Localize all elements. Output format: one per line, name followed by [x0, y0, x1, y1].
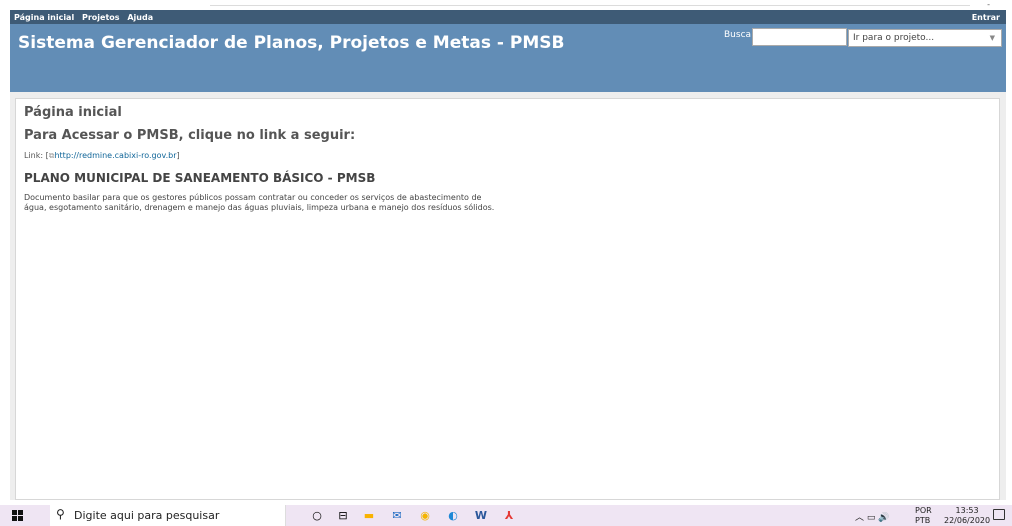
top-menu-home-link[interactable]: Página inicial	[14, 13, 74, 22]
battery-icon[interactable]: ▭	[867, 513, 876, 523]
system-tray: ︿ ▭ 🔊	[855, 510, 890, 523]
language-indicator[interactable]: POR PTB	[915, 506, 932, 526]
top-menu: Página inicial Projetos Ajuda Entrar	[10, 10, 1006, 24]
acrobat-icon[interactable]: ⅄	[502, 509, 516, 523]
link-close: ]	[176, 151, 180, 160]
keyboard-layout: PTB	[915, 516, 931, 525]
edge-icon[interactable]: ◐	[446, 509, 460, 523]
clock-date: 22/06/2020	[944, 516, 991, 525]
taskbar-search-placeholder: Digite aqui para pesquisar	[74, 509, 220, 522]
access-heading: Para Acessar o PMSB, clique no link a se…	[24, 128, 356, 143]
taskbar-search-input[interactable]: ⚲ Digite aqui para pesquisar	[50, 505, 286, 526]
volume-icon[interactable]: 🔊	[878, 513, 889, 523]
cortana-circle-icon[interactable]: ○	[310, 509, 324, 523]
header: Sistema Gerenciador de Planos, Projetos …	[10, 24, 1006, 92]
link-line: Link: [⧉http://redmine.cabixi-ro.gov.br]	[24, 151, 991, 161]
taskbar: ⚲ Digite aqui para pesquisar ○ ⊟ ▬ ✉ ◉ ◐…	[0, 505, 1012, 526]
clock[interactable]: 13:53 22/06/2020	[944, 506, 990, 526]
site-title: Sistema Gerenciador de Planos, Projetos …	[18, 33, 565, 53]
file-explorer-icon[interactable]: ▬	[362, 509, 376, 523]
login-link[interactable]: Entrar	[972, 13, 1000, 22]
mail-icon[interactable]: ✉	[390, 509, 404, 523]
clock-time: 13:53	[955, 506, 979, 515]
project-jump-label: Ir para o projeto...	[853, 33, 935, 43]
chrome-icon[interactable]: ◉	[418, 509, 432, 523]
page-title: Página inicial	[24, 105, 122, 120]
link-label: Link: [	[24, 151, 49, 160]
plan-description: Documento basilar para que os gestores p…	[24, 193, 495, 212]
address-bar-edge	[210, 5, 970, 6]
windows-start-icon[interactable]	[12, 510, 23, 521]
top-menu-projects-link[interactable]: Projetos	[82, 13, 120, 22]
main-content: Página inicial Para Acessar o PMSB, cliq…	[15, 98, 1000, 500]
search-icon: ⚲	[56, 507, 65, 521]
redmine-app: Página inicial Projetos Ajuda Entrar Sis…	[10, 10, 1006, 500]
chevron-up-icon[interactable]: ︿	[855, 513, 864, 523]
top-menu-help-link[interactable]: Ajuda	[127, 13, 153, 22]
project-jump-select[interactable]: Ir para o projeto... ▼	[848, 29, 1002, 47]
quick-search: Busca:	[724, 28, 847, 46]
pmsb-link[interactable]: http://redmine.cabixi-ro.gov.br	[54, 151, 176, 160]
window-minimize-glyph[interactable]: -	[987, 0, 990, 9]
notification-icon[interactable]	[993, 509, 1005, 520]
chevron-down-icon: ▼	[989, 34, 995, 42]
search-input[interactable]	[752, 28, 847, 46]
search-label: Busca:	[724, 30, 755, 40]
plan-title: PLANO MUNICIPAL DE SANEAMENTO BÁSICO - P…	[24, 171, 376, 185]
language-code: POR	[915, 506, 932, 515]
task-view-icon[interactable]: ⊟	[336, 509, 350, 523]
browser-chrome-strip: -	[0, 0, 1012, 10]
word-icon[interactable]: W	[474, 509, 488, 523]
